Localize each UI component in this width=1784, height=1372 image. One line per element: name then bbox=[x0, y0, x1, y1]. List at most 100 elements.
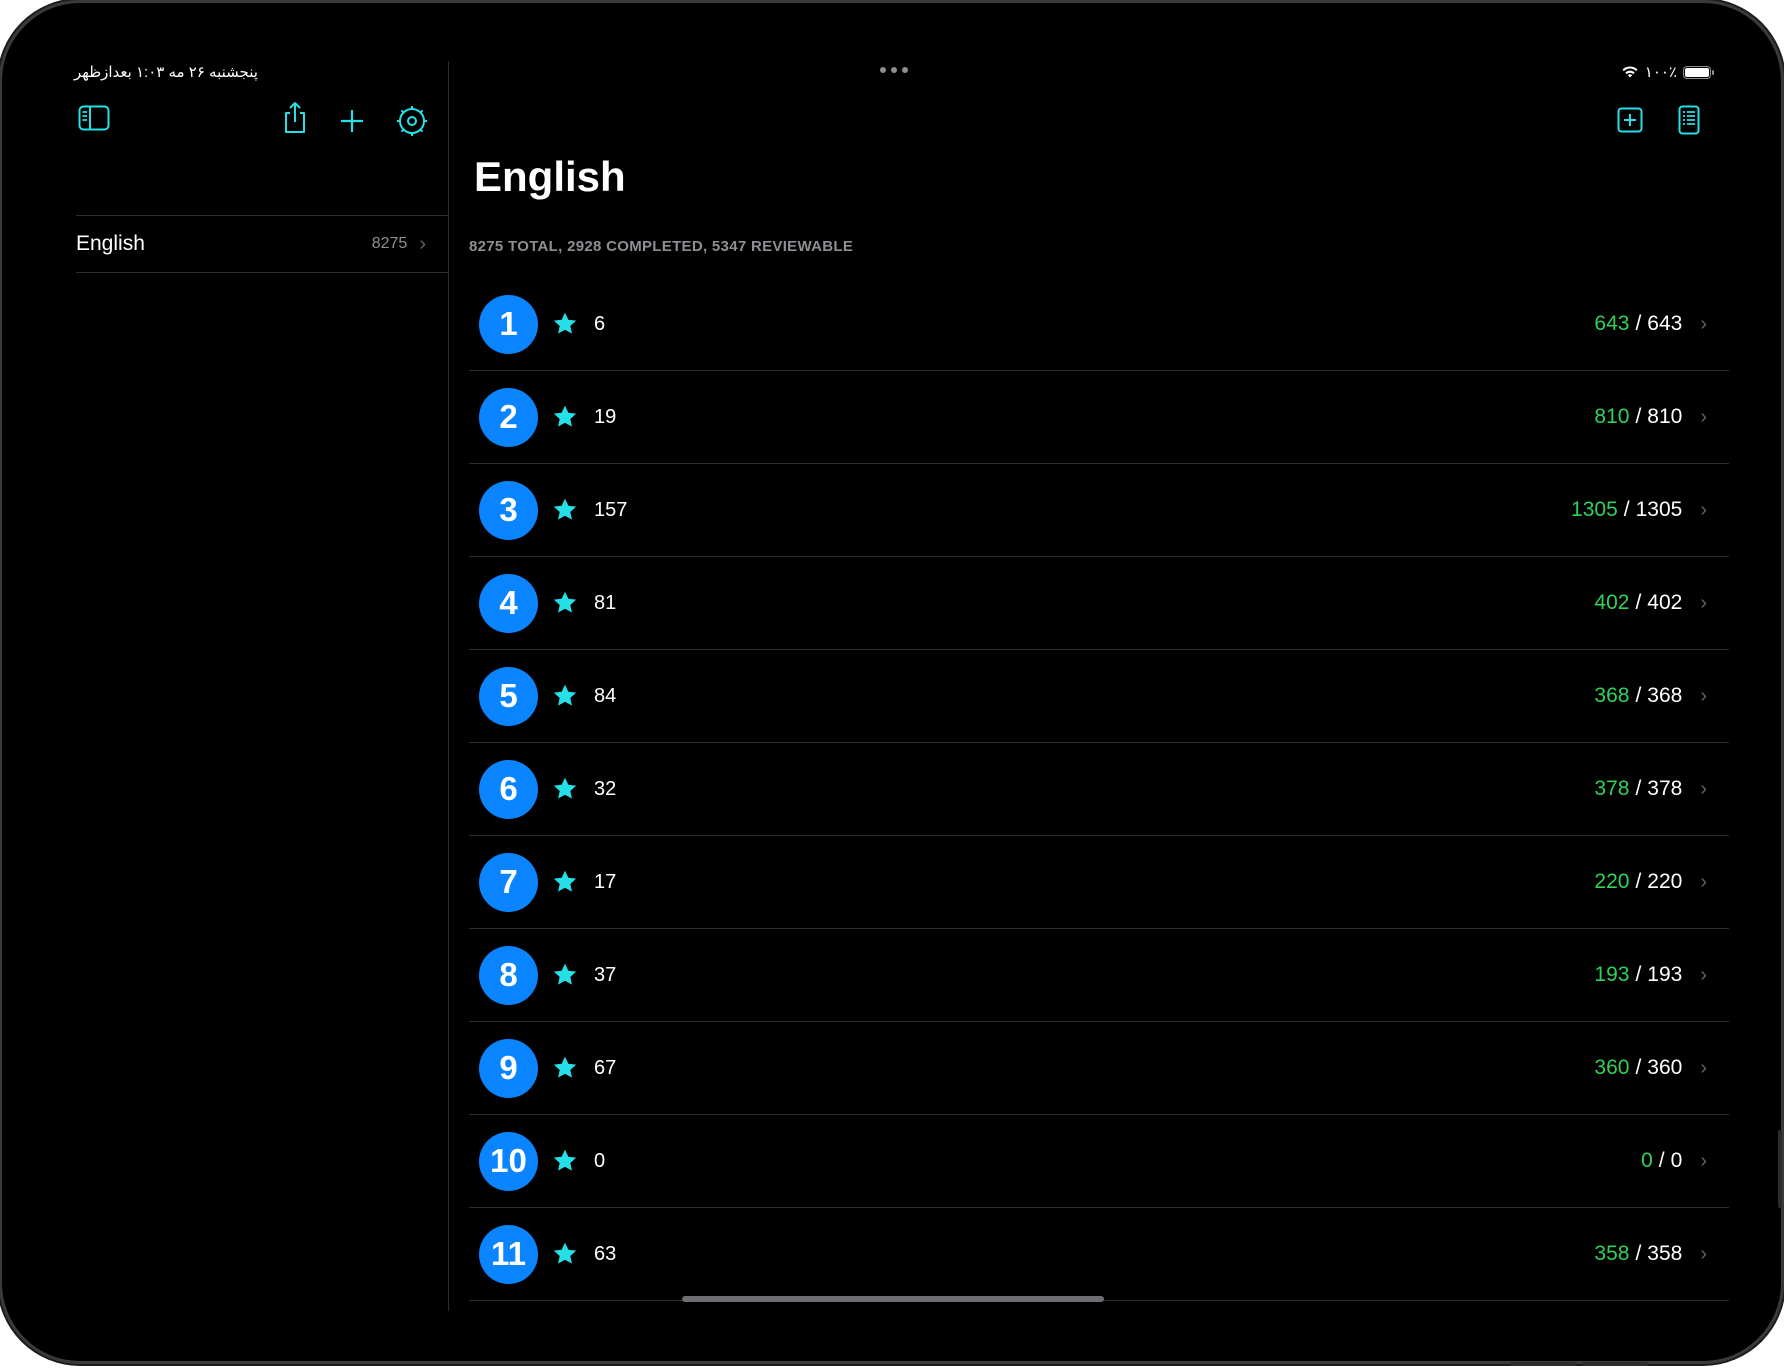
separator: / bbox=[1635, 591, 1642, 614]
star-count: 84 bbox=[594, 684, 617, 707]
home-indicator[interactable] bbox=[682, 1296, 1104, 1302]
chevron-right-icon: › bbox=[1700, 1149, 1707, 1172]
summary-text: 8275 TOTAL, 2928 COMPLETED, 5347 REVIEWA… bbox=[469, 238, 854, 255]
total-count: 358 bbox=[1647, 1242, 1683, 1265]
level-row[interactable]: 6 32 378 / 378 › bbox=[469, 743, 1729, 836]
star-icon bbox=[553, 312, 577, 334]
chevron-right-icon: › bbox=[1700, 498, 1707, 521]
star-count: 67 bbox=[594, 1056, 617, 1079]
star-count: 6 bbox=[594, 312, 606, 335]
multitasking-dots[interactable] bbox=[880, 67, 908, 73]
star-icon bbox=[553, 1242, 577, 1264]
level-row[interactable]: 2 19 810 / 810 › bbox=[469, 371, 1729, 464]
level-row[interactable]: 11 63 358 / 358 › bbox=[469, 1208, 1729, 1301]
level-row[interactable]: 1 6 643 / 643 › bbox=[469, 278, 1729, 371]
star-icon bbox=[553, 684, 577, 706]
total-count: 810 bbox=[1647, 405, 1683, 428]
level-badge: 8 bbox=[479, 945, 538, 1005]
progress-count: 1305 / 1305 › bbox=[1571, 498, 1707, 522]
share-icon[interactable] bbox=[282, 101, 308, 135]
chevron-right-icon: › bbox=[1700, 684, 1707, 707]
level-row[interactable]: 4 81 402 / 402 › bbox=[469, 557, 1729, 650]
level-number: 2 bbox=[499, 398, 518, 435]
separator: / bbox=[1635, 312, 1642, 335]
progress-count: 220 / 220 › bbox=[1594, 870, 1707, 894]
total-count: 220 bbox=[1647, 870, 1683, 893]
total-count: 402 bbox=[1647, 591, 1683, 614]
level-row[interactable]: 9 67 360 / 360 › bbox=[469, 1022, 1729, 1115]
settings-gear-icon[interactable] bbox=[396, 105, 428, 137]
level-badge: 4 bbox=[479, 573, 538, 633]
completed-count: 378 bbox=[1594, 777, 1630, 800]
progress-count: 358 / 358 › bbox=[1594, 1242, 1707, 1266]
level-badge: 2 bbox=[479, 387, 538, 447]
sidebar-item-english[interactable]: English 8275 › bbox=[76, 215, 448, 273]
star-count: 37 bbox=[594, 963, 617, 986]
add-square-icon[interactable] bbox=[1617, 107, 1643, 133]
star-count: 32 bbox=[594, 777, 617, 800]
progress-count: 402 / 402 › bbox=[1594, 591, 1707, 615]
sidebar-divider bbox=[448, 61, 449, 1311]
star-count: 19 bbox=[594, 405, 617, 428]
chevron-right-icon: › bbox=[1700, 1242, 1707, 1265]
chevron-right-icon: › bbox=[1700, 870, 1707, 893]
sidebar-item-count: 8275 bbox=[371, 235, 408, 252]
star-icon bbox=[553, 1056, 577, 1078]
completed-count: 358 bbox=[1594, 1242, 1630, 1265]
level-row[interactable]: 5 84 368 / 368 › bbox=[469, 650, 1729, 743]
level-row[interactable]: 7 17 220 / 220 › bbox=[469, 836, 1729, 929]
level-number: 10 bbox=[490, 1142, 527, 1179]
status-indicators: ۱۰۰٪ bbox=[1621, 63, 1714, 81]
progress-count: 378 / 378 › bbox=[1594, 777, 1707, 801]
completed-count: 368 bbox=[1594, 684, 1630, 707]
separator: / bbox=[1635, 1242, 1642, 1265]
level-row[interactable]: 3 157 1305 / 1305 › bbox=[469, 464, 1729, 557]
level-number: 4 bbox=[499, 584, 518, 621]
star-count: 0 bbox=[594, 1149, 606, 1172]
progress-count: 360 / 360 › bbox=[1594, 1056, 1707, 1080]
wifi-icon bbox=[1622, 66, 1638, 78]
level-number: 8 bbox=[499, 956, 518, 993]
level-number: 1 bbox=[499, 305, 518, 342]
completed-count: 402 bbox=[1594, 591, 1630, 614]
sidebar-toggle-icon[interactable] bbox=[78, 105, 110, 131]
chevron-right-icon: › bbox=[1700, 963, 1707, 986]
level-badge: 6 bbox=[479, 759, 538, 819]
star-icon bbox=[553, 870, 577, 892]
level-number: 3 bbox=[499, 491, 518, 528]
add-icon[interactable] bbox=[340, 109, 364, 133]
battery-percent: ۱۰۰٪ bbox=[1644, 64, 1677, 81]
completed-count: 360 bbox=[1594, 1056, 1630, 1079]
chevron-right-icon: › bbox=[419, 232, 426, 255]
level-badge: 9 bbox=[479, 1038, 538, 1098]
separator: / bbox=[1658, 1149, 1665, 1172]
separator: / bbox=[1635, 870, 1642, 893]
level-badge: 10 bbox=[479, 1131, 538, 1191]
chevron-right-icon: › bbox=[1700, 591, 1707, 614]
separator: / bbox=[1635, 963, 1642, 986]
level-badge: 1 bbox=[479, 294, 538, 354]
chevron-right-icon: › bbox=[1700, 777, 1707, 800]
separator: / bbox=[1635, 1056, 1642, 1079]
chevron-right-icon: › bbox=[1700, 405, 1707, 428]
page-title: English bbox=[474, 153, 626, 200]
level-row[interactable]: 8 37 193 / 193 › bbox=[469, 929, 1729, 1022]
progress-count: 368 / 368 › bbox=[1594, 684, 1707, 708]
star-count: 81 bbox=[594, 591, 617, 614]
level-list: 1 6 643 / 643 › 2 19 810 / 810 › 3 157 1… bbox=[469, 278, 1729, 1301]
level-badge: 5 bbox=[479, 666, 538, 726]
chevron-right-icon: › bbox=[1700, 1056, 1707, 1079]
level-number: 9 bbox=[499, 1049, 518, 1086]
device-frame: پنجشنبه ۲۶ مه ۱:۰۳ بعدازظهر ۱۰۰٪ English… bbox=[2, 3, 1781, 1361]
progress-count: 810 / 810 › bbox=[1594, 405, 1707, 429]
level-row[interactable]: 10 0 0 / 0 › bbox=[469, 1115, 1729, 1208]
status-datetime: پنجشنبه ۲۶ مه ۱:۰۳ بعدازظهر bbox=[74, 64, 258, 81]
level-number: 5 bbox=[499, 677, 518, 714]
star-count: 157 bbox=[594, 498, 628, 521]
battery-icon bbox=[1683, 65, 1714, 79]
list-document-icon[interactable] bbox=[1678, 105, 1700, 135]
progress-count: 643 / 643 › bbox=[1594, 312, 1707, 336]
total-count: 1305 bbox=[1635, 498, 1683, 521]
star-icon bbox=[553, 498, 577, 520]
completed-count: 220 bbox=[1594, 870, 1630, 893]
